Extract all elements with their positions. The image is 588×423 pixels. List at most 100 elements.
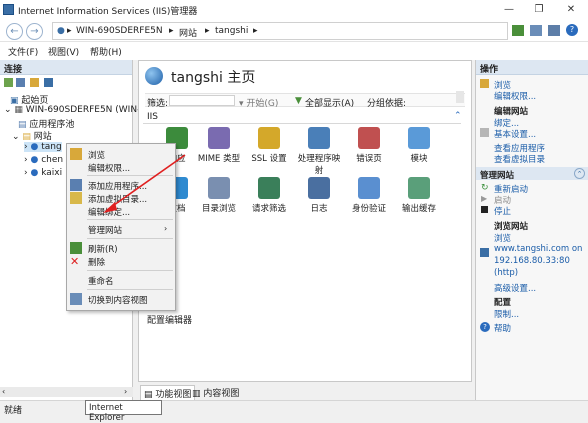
tree-server[interactable]: ⌄ ▦ WIN-690SDERFE5N (WIN- [4,105,140,115]
breadcrumb-site[interactable]: tangshi [215,26,248,36]
ssl-settings-icon [258,127,280,149]
start-filter-button[interactable]: ▾ 开始(G) [239,96,278,109]
site-globe-icon [145,67,163,85]
settings-icon [480,128,489,137]
menu-delete[interactable]: 删除 [88,256,105,268]
tree-site-kaixi[interactable]: › ● kaixi [24,168,62,178]
request-filtering-icon [258,177,280,199]
handler-mappings-feature[interactable]: 处理程序映射 [295,127,343,176]
close-icon[interactable]: ✕ [556,2,586,18]
minimize-icon[interactable]: — [494,2,524,18]
breadcrumb-server[interactable]: WIN-690SDERFE5N [76,26,163,36]
content-view-icon [70,293,82,305]
request-filtering-feature[interactable]: 请求筛选 [245,177,293,214]
error-pages-icon [358,127,380,149]
action-advanced-settings[interactable]: 高级设置... [494,282,536,294]
restart-icon: ↻ [481,183,489,193]
section-manage-site: 管理网站 [480,171,515,181]
actions-pane: 操作 浏览 编辑权限... 编辑网站 绑定... 基本设置... 查看应用程序 … [475,60,588,400]
action-stop[interactable]: 停止 [494,205,511,217]
menu-file[interactable]: 文件(F) [8,45,38,58]
stop-icon[interactable] [530,25,542,36]
action-browse[interactable]: 浏览 [494,232,511,244]
ssl-settings-feature[interactable]: SSL 设置 [245,127,293,164]
show-all-button[interactable]: 全部显示(A) [305,96,354,109]
mime-types-icon [208,127,230,149]
filter-bar: 筛选: ▾ 开始(G) ▼ 全部显示(A) 分组依据: [145,93,465,109]
forward-button[interactable]: → [26,23,43,40]
error-pages-feature[interactable]: 错误页 [345,127,393,164]
output-caching-feature[interactable]: 输出缓存 [395,177,443,214]
browse-url-line2[interactable]: 192.168.80.33:80 [494,256,570,266]
menu-view[interactable]: 视图(V) [48,45,79,58]
actions-header: 操作 [476,60,588,75]
vertical-scrollbar[interactable] [456,91,464,103]
section-edit-site: 编辑网站 [494,107,529,117]
section-configure: 配置 [494,298,512,308]
back-button[interactable]: ← [6,23,23,40]
logging-feature[interactable]: 日志 [295,177,343,214]
menu-switch-content-view[interactable]: 切换到内容视图 [88,294,148,306]
stop-square-icon [481,206,488,213]
menu-rename[interactable]: 重命名 [88,275,114,287]
horizontal-scrollbar[interactable]: ‹ › [0,387,133,397]
refresh-icon[interactable] [512,25,524,36]
ssl-settings-label: SSL 设置 [251,154,287,164]
authentication-icon [358,177,380,199]
breadcrumb-sites[interactable]: 网站 [179,26,197,39]
menu-help[interactable]: 帮助(H) [90,45,122,58]
refresh-menu-icon [70,242,82,254]
mime-types-label: MIME 类型 [197,154,241,164]
config-editor[interactable]: 配置编辑器 [147,313,192,326]
annotation-arrow [103,154,186,213]
submenu-arrow-icon: › [164,224,168,233]
browse-url-line1[interactable]: www.tangshi.com on [494,244,582,254]
iis-app-icon [3,4,14,15]
action-basic-settings[interactable]: 基本设置... [494,128,536,140]
explore-menu-icon [70,148,82,160]
group-by-label[interactable]: 分组依据: [367,96,406,109]
start-icon: ▶ [481,194,488,203]
handler-mappings-label: 处理程序映射 [297,154,341,176]
action-view-vdirs[interactable]: 查看虚拟目录 [494,153,545,165]
authentication-feature[interactable]: 身份验证 [345,177,393,214]
error-pages-label: 错误页 [356,154,382,164]
modules-feature[interactable]: 模块 [395,127,443,164]
tree-site-tangshi[interactable]: › ● tang [24,142,62,152]
connections-header: 连接 [0,60,132,75]
folder-icon[interactable] [30,78,39,87]
address-bar: ← → ● ▸ WIN-690SDERFE5N ▸ 网站 ▸ tangshi ▸… [0,20,588,42]
filter-input[interactable] [169,95,235,106]
connections-toolbar [4,78,64,89]
explore-icon [480,79,489,88]
mime-types-feature[interactable]: MIME 类型 [195,127,243,164]
action-limits[interactable]: 限制... [494,308,519,320]
directory-browsing-feature[interactable]: 目录浏览 [195,177,243,214]
save-icon[interactable] [16,78,25,87]
home-icon[interactable] [548,25,560,36]
connect-icon[interactable] [4,78,13,87]
view-tabs: ▤ 功能视图 ▥ 内容视图 [138,382,472,402]
breadcrumb[interactable]: ● ▸ WIN-690SDERFE5N ▸ 网站 ▸ tangshi ▸ [52,22,508,40]
show-all-icon: ▼ [295,96,302,106]
tab-content-view[interactable]: ▥ 内容视图 [192,386,239,399]
menu-bar: 文件(F) 视图(V) 帮助(H) [0,42,588,60]
globe-small-icon[interactable] [44,78,53,87]
action-edit-permissions[interactable]: 编辑权限... [494,90,536,102]
tree-site-chen[interactable]: › ● chen [24,155,63,165]
tree-sites[interactable]: ⌄ ▤ 网站 [12,129,52,142]
globe-icon: ● [57,26,65,36]
action-help[interactable]: 帮助 [494,322,511,334]
browse-url-line3[interactable]: (http) [494,268,518,278]
section-browse-site: 浏览网站 [494,222,529,232]
menu-refresh[interactable]: 刷新(R) [88,243,118,255]
collapse-icon[interactable]: ⌃ [454,111,462,121]
collapse-manage-icon[interactable]: ⌃ [574,168,585,179]
features-pane: tangshi 主页 筛选: ▾ 开始(G) ▼ 全部显示(A) 分组依据: I… [138,60,472,382]
section-divider [143,123,461,124]
menu-manage-site[interactable]: 管理网站 [88,224,122,236]
title-bar: Internet Information Services (IIS)管理器 —… [0,0,588,20]
window-title: Internet Information Services (IIS)管理器 [18,7,198,17]
help-icon[interactable]: ? [566,24,578,36]
maximize-icon[interactable]: ❐ [524,2,554,18]
